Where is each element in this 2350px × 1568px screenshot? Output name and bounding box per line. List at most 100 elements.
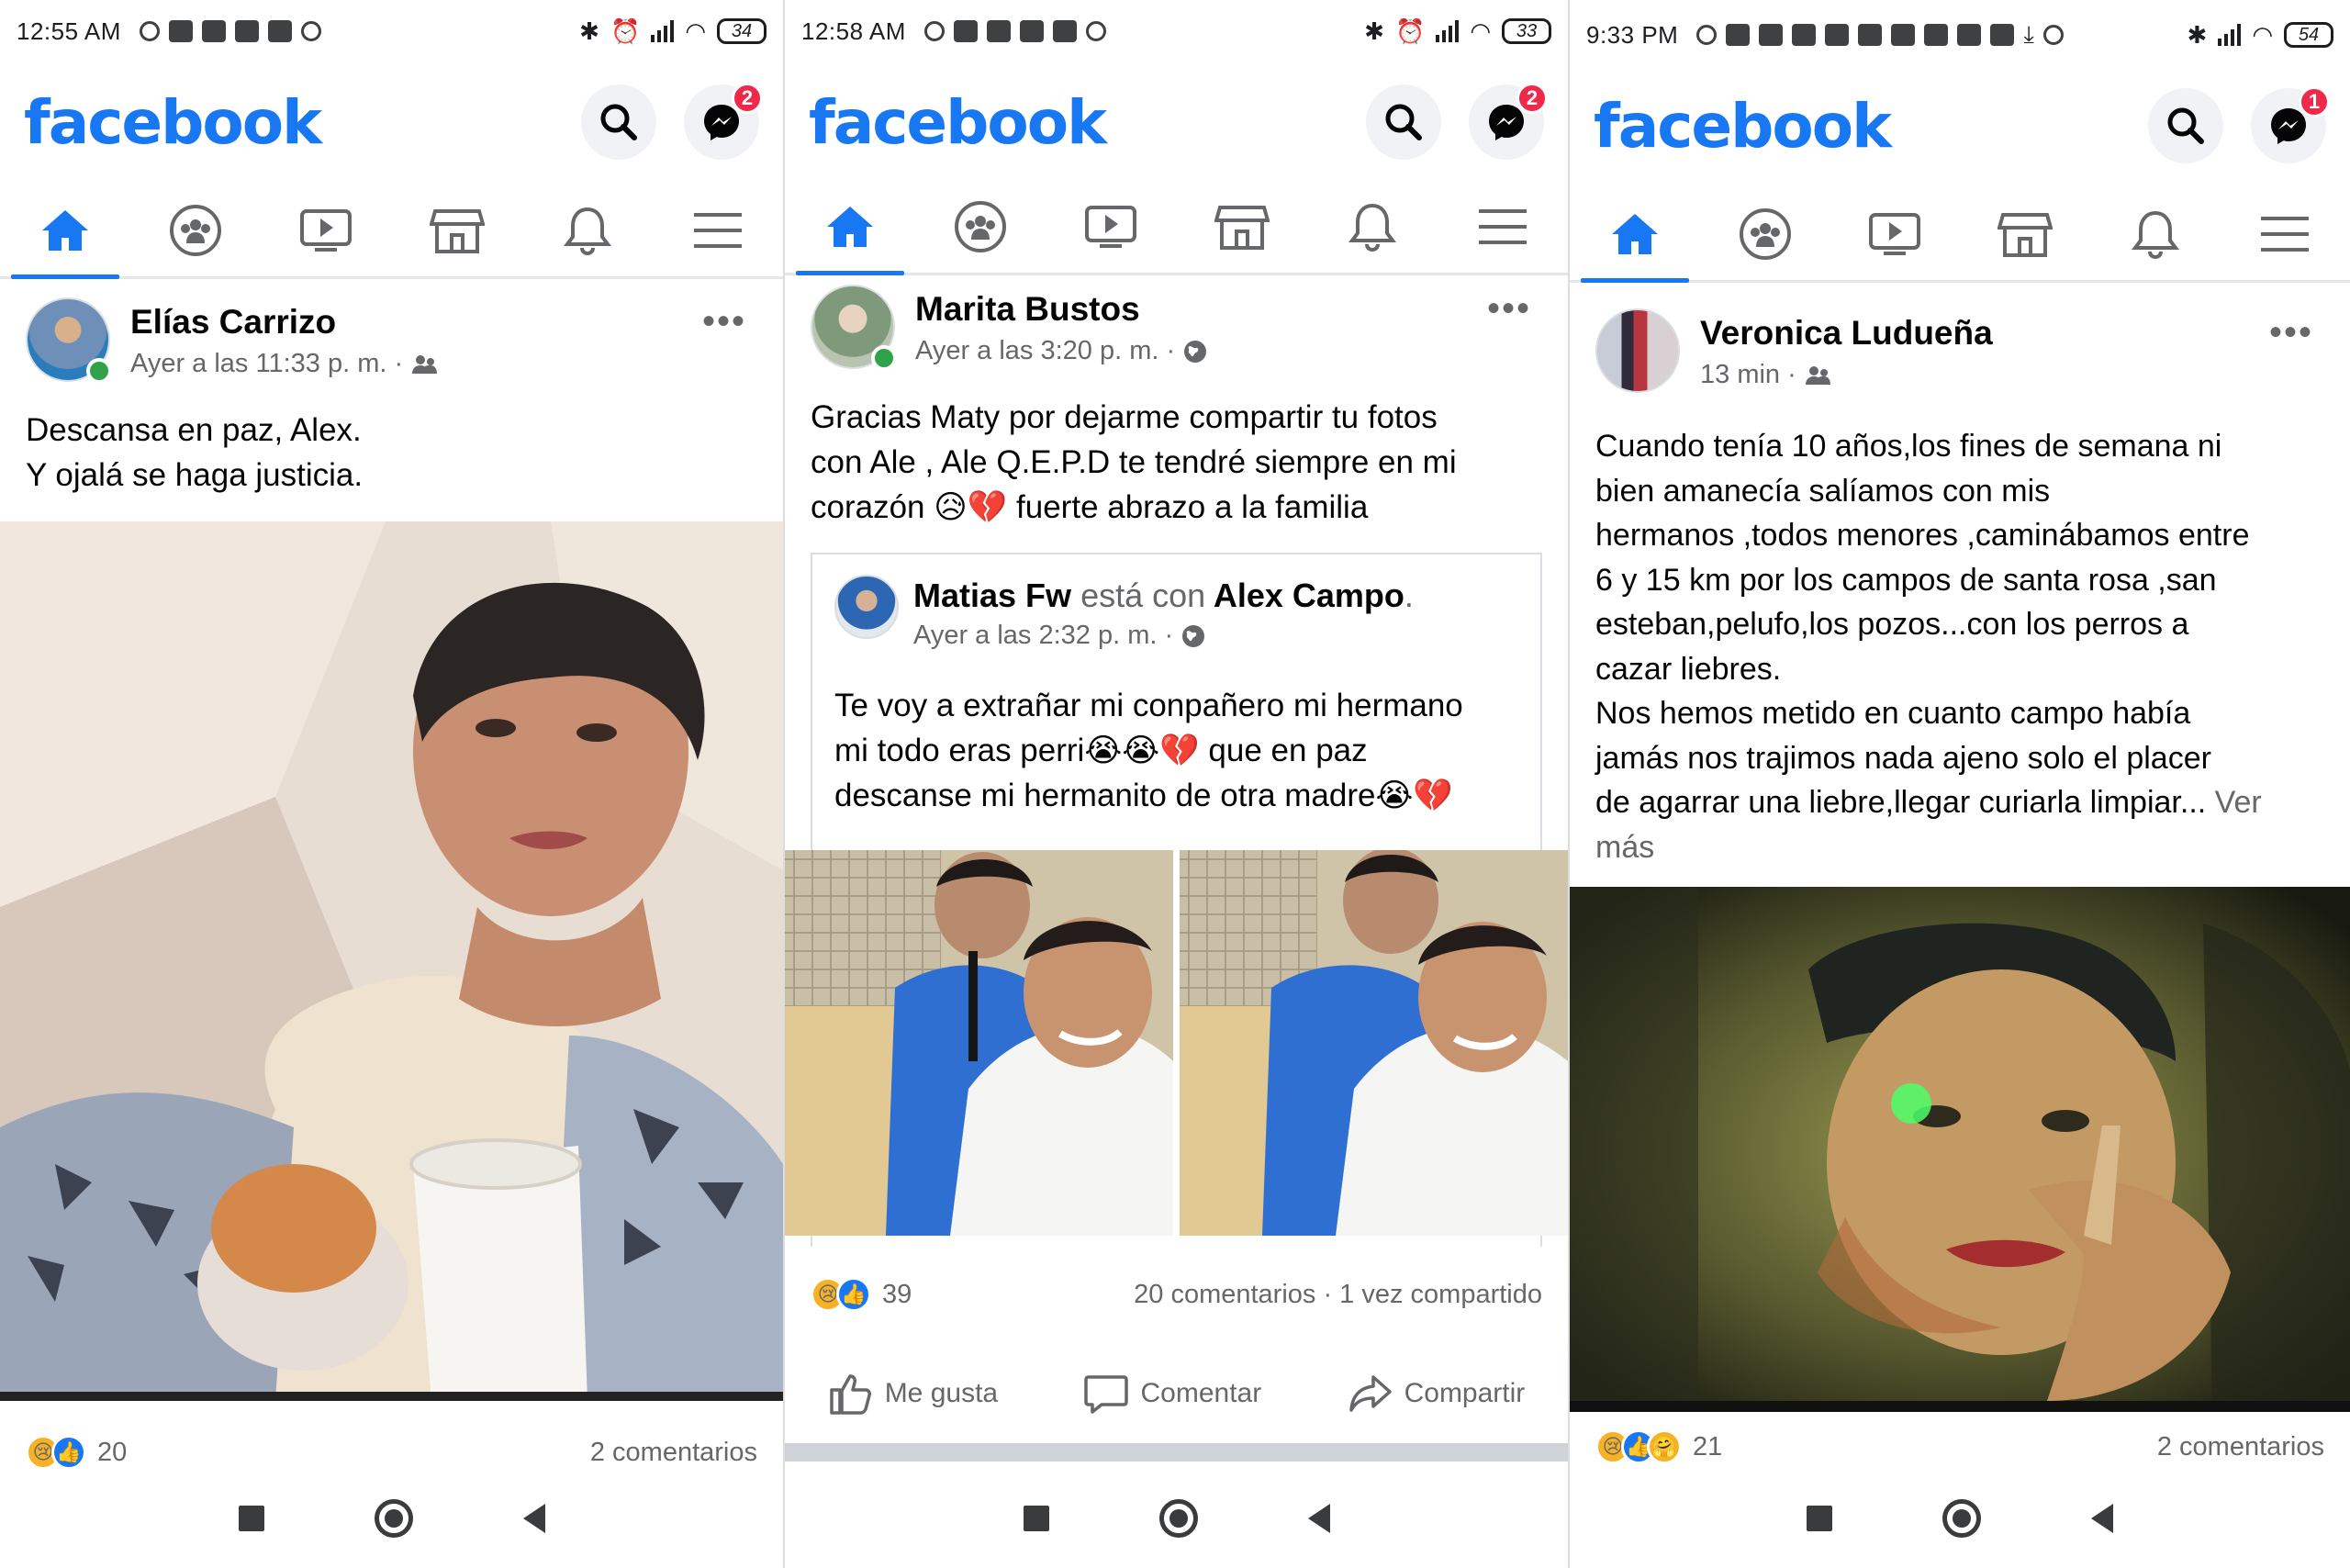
alarm-icon: ⏰	[610, 17, 641, 45]
reactions-summary[interactable]: 😢 👍	[26, 1435, 86, 1470]
bluetooth-icon: ✱	[1364, 17, 1384, 45]
tab-notifications[interactable]	[522, 184, 653, 276]
facebook-logo[interactable]: facebook	[24, 87, 322, 158]
search-icon	[2167, 107, 2204, 144]
comment-count[interactable]: 2 comentarios	[2157, 1432, 2324, 1462]
home-button[interactable]	[1942, 1499, 1981, 1538]
shared-post-timestamp[interactable]: Ayer a las 2:32 p. m. ·	[913, 621, 1173, 651]
notification-icons: ⤓	[1696, 20, 2064, 50]
search-button[interactable]	[1366, 84, 1441, 160]
reactions-summary[interactable]: 😢 👍	[811, 1277, 871, 1312]
tab-menu[interactable]	[1438, 180, 1568, 273]
messenger-button[interactable]: 2	[1469, 83, 1548, 160]
avatar[interactable]	[1595, 308, 1680, 393]
more-options-button[interactable]: •••	[702, 301, 746, 342]
post-timestamp[interactable]: Ayer a las 3:20 p. m. ·	[915, 336, 1175, 366]
comment-share-count[interactable]: 20 comentarios · 1 vez compartido	[1134, 1280, 1542, 1310]
youtube-icon	[1924, 24, 1949, 46]
tab-bar	[785, 180, 1568, 275]
tagged-person[interactable]: Alex Campo	[1214, 577, 1404, 614]
tab-menu[interactable]	[653, 184, 783, 276]
reactions-summary[interactable]: 😢 👍 🤗	[1595, 1429, 1682, 1464]
share-button[interactable]: Compartir	[1348, 1372, 1525, 1416]
feed-post: Veronica Ludueña 13 min · ••• Cuando ten…	[1570, 296, 2350, 869]
more-options-button[interactable]: •••	[1487, 288, 1531, 330]
tab-notifications[interactable]	[1307, 180, 1438, 273]
instagram-icon	[2042, 25, 2064, 45]
shared-author-name[interactable]: Matias Fw	[913, 577, 1071, 614]
like-label: Me gusta	[884, 1378, 999, 1408]
android-nav-bar	[0, 1469, 783, 1568]
recents-button[interactable]	[1807, 1506, 1832, 1531]
watch-icon	[1085, 205, 1137, 248]
globe-icon	[1184, 340, 1207, 363]
shared-post-header: Matias Fw está con Alex Campo. Ayer a la…	[812, 554, 1540, 655]
avatar[interactable]	[834, 575, 899, 639]
tab-watch[interactable]	[1830, 187, 1960, 280]
recents-button[interactable]	[238, 1506, 264, 1531]
search-button[interactable]	[581, 84, 656, 160]
comment-button[interactable]: Comentar	[1083, 1372, 1261, 1416]
reaction-count[interactable]: 39	[882, 1280, 912, 1310]
post-author[interactable]: Elías Carrizo	[130, 303, 336, 342]
messenger-button[interactable]: 1	[2251, 86, 2330, 163]
facebook-icon	[986, 20, 1011, 42]
post-timestamp[interactable]: Ayer a las 11:33 p. m. ·	[130, 349, 403, 379]
chat-icon	[139, 21, 160, 41]
facebook-logo[interactable]: facebook	[1594, 91, 1892, 162]
post-stats: 😢 👍 39 20 comentarios · 1 vez compartido	[785, 1267, 1568, 1322]
back-button[interactable]	[1307, 1504, 1330, 1533]
tab-home[interactable]	[785, 180, 915, 275]
search-icon	[1385, 104, 1422, 140]
tab-home[interactable]	[0, 184, 130, 279]
tab-marketplace[interactable]	[1177, 180, 1307, 273]
facebook-icon	[201, 20, 226, 42]
facebook-logo[interactable]: facebook	[809, 87, 1107, 158]
tab-notifications[interactable]	[2090, 187, 2221, 280]
post-photo-2[interactable]	[1180, 850, 1568, 1236]
like-button[interactable]: Me gusta	[828, 1372, 998, 1416]
tab-groups[interactable]	[1700, 187, 1830, 280]
friends-icon	[412, 354, 438, 374]
post-photo[interactable]	[1570, 887, 2350, 1412]
home-button[interactable]	[1158, 1499, 1198, 1538]
post-photo[interactable]	[0, 521, 783, 1401]
tab-home[interactable]	[1570, 187, 1700, 283]
facebook-icon	[1792, 24, 1817, 46]
post-photo-1[interactable]	[785, 850, 1173, 1236]
post-author[interactable]: Veronica Ludueña	[1700, 314, 1993, 353]
tab-marketplace[interactable]	[392, 184, 522, 276]
more-options-button[interactable]: •••	[2269, 312, 2313, 353]
post-text: Gracias Maty por dejarme compartir tu fo…	[785, 395, 1568, 530]
reaction-count[interactable]: 20	[97, 1438, 127, 1468]
reaction-count[interactable]: 21	[1693, 1432, 1722, 1462]
battery-icon: 34	[717, 18, 767, 44]
recents-button[interactable]	[1023, 1506, 1049, 1531]
marketplace-icon	[1214, 205, 1270, 250]
post-timestamp[interactable]: 13 min ·	[1700, 360, 1796, 390]
tab-groups[interactable]	[915, 180, 1046, 273]
tab-watch[interactable]	[1046, 180, 1176, 273]
tab-marketplace[interactable]	[1960, 187, 2090, 280]
comment-count[interactable]: 2 comentarios	[590, 1438, 757, 1468]
search-button[interactable]	[2148, 88, 2223, 163]
post-text-line: jamás nos trajimos nada ajeno solo el pl…	[1595, 740, 2211, 776]
alarm-icon: ⏰	[1394, 17, 1426, 45]
youtube-icon	[1019, 20, 1044, 42]
phone-screen-2: 12:58 AM ✱ ⏰ ◠ 33 facebook 2 Marita Bust…	[785, 0, 1568, 1568]
tab-watch[interactable]	[261, 184, 391, 276]
back-button[interactable]	[2091, 1504, 2113, 1533]
android-nav-bar	[785, 1469, 1568, 1568]
tab-groups[interactable]	[130, 184, 261, 276]
post-author[interactable]: Marita Bustos	[915, 290, 1140, 329]
globe-icon	[1182, 624, 1205, 647]
post-text-line: de agarrar una liebre,llegar curiarla li…	[1595, 780, 2324, 869]
feed-post: Elías Carrizo Ayer a las 11:33 p. m. · •…	[0, 285, 783, 498]
tab-menu[interactable]	[2220, 187, 2350, 280]
home-button[interactable]	[374, 1499, 413, 1538]
back-button[interactable]	[522, 1504, 545, 1533]
groups-icon	[955, 200, 1007, 252]
menu-icon	[693, 212, 742, 248]
messenger-button[interactable]: 2	[684, 83, 763, 160]
online-indicator	[86, 358, 112, 384]
